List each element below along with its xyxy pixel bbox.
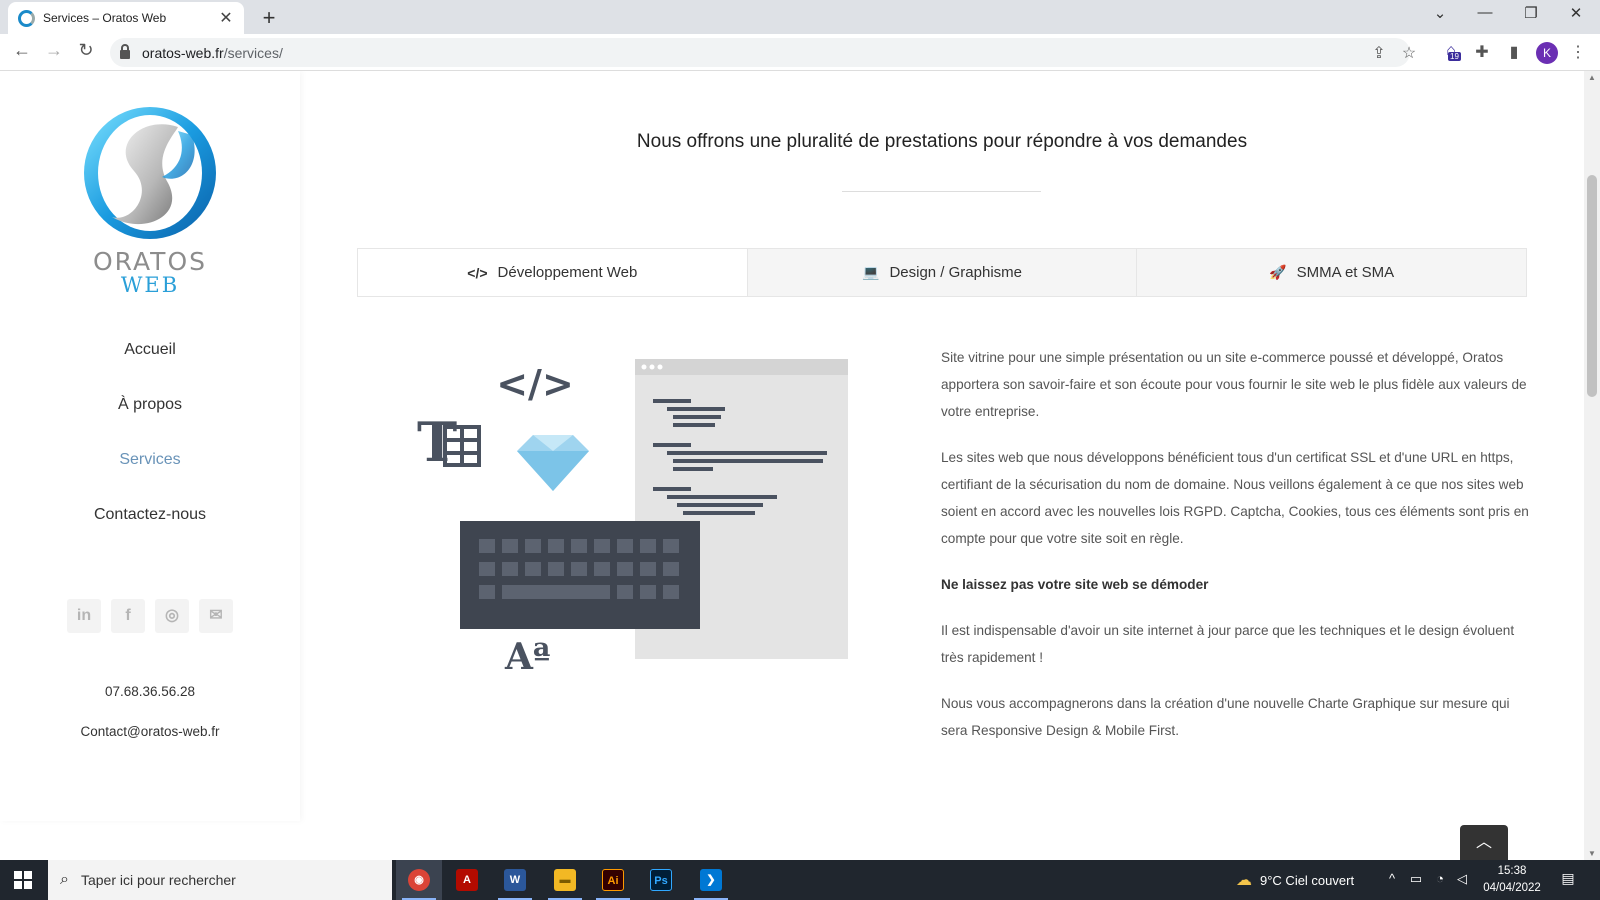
- description-paragraph: Il est indispensable d'avoir un site int…: [941, 623, 1515, 665]
- taskbar-vscode[interactable]: ❯: [688, 860, 734, 900]
- tab-search-icon[interactable]: ⌄: [1425, 4, 1455, 22]
- taskbar-photoshop[interactable]: Ps: [638, 860, 684, 900]
- taskbar-clock[interactable]: 15:38 04/04/2022: [1472, 863, 1552, 897]
- nav-item-contact[interactable]: Contactez-nous: [0, 506, 300, 524]
- cloudy-weather-icon: ☁: [1236, 872, 1252, 889]
- services-tabs: </> Développement Web 💻 Design / Graphis…: [357, 248, 1527, 297]
- close-window-button[interactable]: ✕: [1561, 4, 1591, 22]
- minimize-button[interactable]: —: [1470, 4, 1500, 21]
- browser-tab[interactable]: Services – Oratos Web ✕: [8, 2, 244, 34]
- extensions-puzzle-icon[interactable]: ✚: [1471, 42, 1493, 62]
- web-development-illustration: </> T Aª: [417, 359, 848, 673]
- windows-taskbar: ⌕ Taper ici pour rechercher ◉ A W ▬ Ai P…: [0, 860, 1600, 900]
- tab-label: Développement Web: [497, 264, 638, 281]
- headline-divider: [842, 191, 1041, 192]
- tab-title: Services – Oratos Web: [43, 11, 167, 25]
- clock-date: 04/04/2022: [1483, 882, 1541, 894]
- nav-item-accueil[interactable]: Accueil: [0, 341, 300, 359]
- weather-widget[interactable]: ☁ 9°C Ciel couvert: [1236, 860, 1354, 900]
- forward-arrow-icon[interactable]: →: [42, 40, 66, 61]
- contact-email[interactable]: Contact@oratos-web.fr: [0, 724, 300, 739]
- close-tab-icon[interactable]: ✕: [218, 8, 234, 28]
- new-tab-button[interactable]: +: [256, 5, 282, 31]
- sidebar: ORATOS WEB Accueil À propos Services Con…: [0, 71, 300, 821]
- clock-time: 15:38: [1497, 865, 1527, 877]
- page-viewport: ORATOS WEB Accueil À propos Services Con…: [0, 71, 1584, 860]
- speaker-muted-icon[interactable]: ◁: [1452, 871, 1472, 887]
- browser-toolbar: ← → ↻ oratos-web.fr/services/ ⇪ ☆ ⌂ ✚ ▮ …: [0, 34, 1600, 71]
- url-host: oratos-web.fr: [142, 44, 224, 61]
- diamond-icon: [517, 435, 589, 491]
- logo-wordmark[interactable]: ORATOS: [0, 247, 300, 276]
- site-favicon-icon: [18, 9, 35, 27]
- tab-label: SMMA et SMA: [1296, 264, 1395, 281]
- facebook-icon[interactable]: f: [111, 599, 145, 633]
- scroll-thumb[interactable]: [1587, 175, 1597, 397]
- extension-badge: 19: [1448, 52, 1461, 61]
- nav-item-services[interactable]: Services: [0, 451, 300, 469]
- back-arrow-icon[interactable]: ←: [10, 40, 34, 61]
- chevron-up-tray-icon[interactable]: ^: [1382, 871, 1402, 886]
- profile-avatar[interactable]: K: [1536, 42, 1558, 64]
- lock-icon[interactable]: [120, 44, 130, 59]
- reload-icon[interactable]: ↻: [74, 40, 98, 61]
- logo-wordmark-sub[interactable]: WEB: [0, 273, 300, 297]
- linkedin-icon[interactable]: in: [67, 599, 101, 633]
- taskbar-file-explorer[interactable]: ▬: [542, 860, 588, 900]
- bookmark-star-icon[interactable]: ☆: [1398, 43, 1420, 63]
- laptop-icon: 💻: [862, 264, 880, 280]
- taskbar-illustrator[interactable]: Ai: [590, 860, 636, 900]
- tab-label: Design / Graphisme: [889, 264, 1022, 281]
- tab-smma-sma[interactable]: 🚀 SMMA et SMA: [1136, 249, 1527, 296]
- nav-item-a-propos[interactable]: À propos: [0, 396, 300, 414]
- vscode-icon: ❯: [700, 869, 722, 891]
- page-scrollbar[interactable]: ▲ ▼: [1584, 71, 1600, 860]
- taskbar-search-placeholder: Taper ici pour rechercher: [80, 872, 236, 888]
- taskbar-word[interactable]: W: [492, 860, 538, 900]
- browser-tab-bar: Services – Oratos Web ✕ + ⌄ — ❐ ✕: [0, 0, 1600, 34]
- chevron-up-icon: ︿: [1475, 834, 1492, 851]
- url-path: /services/: [223, 44, 283, 61]
- share-icon[interactable]: ⇪: [1368, 43, 1390, 63]
- taskbar-search-box[interactable]: ⌕ Taper ici pour rechercher: [48, 860, 392, 900]
- notification-icon[interactable]: ▤: [1558, 870, 1578, 888]
- acrobat-icon: A: [456, 869, 478, 891]
- scroll-up-icon[interactable]: ▲: [1588, 73, 1596, 82]
- folder-icon: ▬: [554, 869, 576, 891]
- phone-number[interactable]: 07.68.36.56.28: [0, 684, 300, 699]
- word-icon: W: [504, 869, 526, 891]
- code-icon: </>: [467, 264, 488, 281]
- page-headline: Nous offrons une pluralité de prestation…: [636, 131, 1248, 152]
- code-brackets-icon: </>: [496, 362, 574, 406]
- battery-icon[interactable]: ▭: [1406, 871, 1426, 887]
- description-heading: Ne laissez pas votre site web se démoder: [941, 577, 1209, 592]
- service-description: Site vitrine pour une simple présentatio…: [941, 344, 1531, 763]
- taskbar-acrobat[interactable]: A: [444, 860, 490, 900]
- rocket-icon: 🚀: [1269, 264, 1287, 280]
- instagram-icon[interactable]: ◎: [155, 599, 189, 633]
- tab-design-graphisme[interactable]: 💻 Design / Graphisme: [746, 249, 1137, 296]
- scroll-down-icon[interactable]: ▼: [1588, 849, 1596, 858]
- chrome-icon: ◉: [408, 869, 430, 891]
- oratos-logo-icon[interactable]: [82, 105, 218, 241]
- address-bar[interactable]: oratos-web.fr/services/ ⇪ ☆: [110, 38, 1416, 67]
- windows-start-icon[interactable]: [14, 871, 32, 889]
- back-to-top-button[interactable]: ︿: [1460, 825, 1508, 860]
- email-icon[interactable]: ✉: [199, 599, 233, 633]
- maximize-button[interactable]: ❐: [1516, 4, 1546, 22]
- description-paragraph: Nous vous accompagnerons dans la créatio…: [941, 696, 1510, 738]
- photoshop-icon: Ps: [650, 869, 672, 891]
- browser-menu-icon[interactable]: ⋮: [1567, 42, 1589, 62]
- taskbar-chrome[interactable]: ◉: [396, 860, 442, 900]
- weather-text: 9°C Ciel couvert: [1260, 872, 1355, 888]
- description-paragraph: Site vitrine pour une simple présentatio…: [941, 350, 1527, 419]
- description-paragraph: Les sites web que nous développons bénéf…: [941, 450, 1529, 546]
- search-icon: ⌕: [60, 871, 69, 888]
- side-panel-icon[interactable]: ▮: [1503, 42, 1525, 62]
- tab-developpement-web[interactable]: </> Développement Web: [358, 249, 747, 296]
- wifi-icon[interactable]: ◔: [1430, 871, 1450, 886]
- illustrator-icon: Ai: [602, 869, 624, 891]
- font-icon: Aª: [504, 636, 550, 673]
